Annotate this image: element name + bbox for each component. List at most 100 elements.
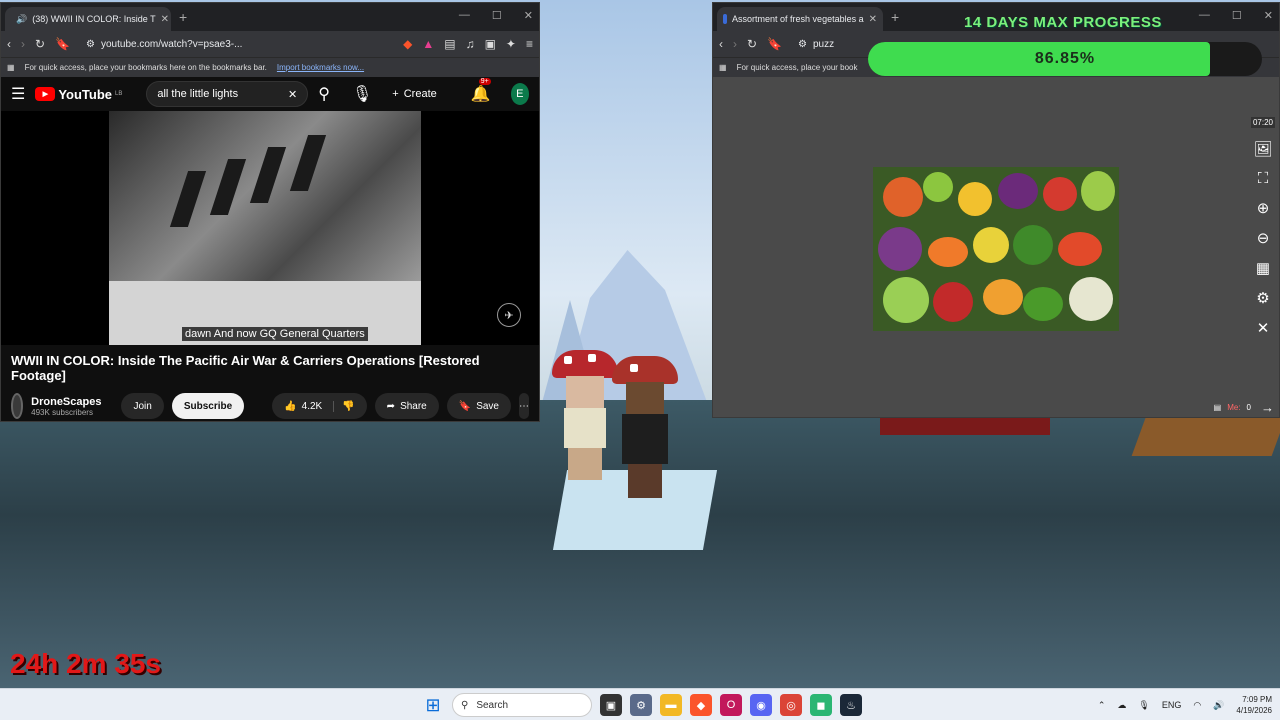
save-button[interactable]: 🔖 Save [446,393,511,419]
system-tray: ⌃ ☁ 🎙 ENG ◠ 🔊 7:09 PM 4/19/2026 [1098,689,1272,720]
mushroom-hat [552,350,618,378]
close-tab-icon[interactable]: ✕ [161,14,169,25]
media-icon[interactable]: ♫ [466,37,475,51]
discord-icon[interactable]: ◉ [750,694,772,716]
microphone-icon[interactable]: 🎙 [1138,700,1149,711]
zoom-in-icon[interactable]: ⊕ [1257,199,1270,217]
tab-title: (38) WWII IN COLOR: Inside T [32,14,156,24]
settings-icon[interactable]: ⚙ [630,694,652,716]
minimize-button[interactable]: — [459,9,470,22]
thumbs-down-icon[interactable]: 👎 [333,400,355,412]
join-button[interactable]: Join [121,393,164,419]
create-button[interactable]: + Create [382,81,446,107]
import-bookmarks-link[interactable]: Import bookmarks now... [277,63,364,72]
forward-icon[interactable]: › [733,37,737,51]
more-actions-icon[interactable]: ⋯ [519,393,529,419]
wallet-icon[interactable]: ▣ [485,37,496,51]
progress-overlay: 14 DAYS MAX PROGRESS 86.85% [868,14,1268,78]
notifications-bell-icon[interactable]: 🔔 9+ [471,78,491,104]
opera-icon[interactable]: O [720,694,742,716]
search-icon[interactable]: ⚲ [318,84,330,104]
progress-title: 14 DAYS MAX PROGRESS [964,14,1162,31]
windows-start-icon[interactable]: ⊞ [422,694,444,716]
tab-title: Assortment of fresh vegetables a [732,14,864,24]
close-icon[interactable]: ✕ [1257,319,1270,337]
share-button[interactable]: ➦ Share [374,393,439,419]
reload-icon[interactable]: ↻ [35,37,45,51]
progress-percent: 86.85% [1034,50,1096,67]
tab-puzzle[interactable]: Assortment of fresh vegetables a ✕ [717,7,883,31]
settings-gear-icon[interactable]: ⚙ [1256,289,1269,307]
video-title: WWII IN COLOR: Inside The Pacific Air Wa… [1,345,539,389]
like-count: 4.2K [301,400,323,412]
clock-time: 7:09 PM [1242,695,1272,704]
app-icon[interactable]: ◼ [810,694,832,716]
youtube-browser-window[interactable]: 🔊 (38) WWII IN COLOR: Inside T ✕ + — ☐ ✕… [0,2,540,422]
channel-name[interactable]: DroneScapes [31,396,101,408]
taskbar-search[interactable]: ⚲ Search [452,693,592,717]
clock-date: 4/19/2026 [1236,706,1272,715]
brave-shield-icon[interactable]: ◆ [403,37,412,51]
fullscreen-icon[interactable]: ⛶ [1258,170,1269,187]
tab-youtube[interactable]: 🔊 (38) WWII IN COLOR: Inside T ✕ [5,7,171,31]
site-info-icon[interactable]: ⚙ [798,39,807,50]
notification-count: 9+ [478,78,491,85]
youtube-logo-text: YouTube [58,86,113,102]
grid-icon[interactable]: ▦ [1256,259,1270,277]
account-avatar[interactable]: E [510,83,529,105]
hamburger-menu-icon[interactable]: ☰ [11,84,25,104]
new-tab-button[interactable]: + [179,9,187,25]
create-label: Create [403,88,437,100]
close-window-button[interactable]: ✕ [524,9,533,22]
back-icon[interactable]: ‹ [7,37,11,51]
vegetables-puzzle-image[interactable] [873,167,1119,331]
plus-icon: + [392,88,399,100]
cloud-sync-icon[interactable]: ☁ [1117,700,1126,711]
browser-toolbar: ‹ › ↻ 🔖 ⚙ youtube.com/watch?v=psae3-... … [1,31,539,57]
me-label: Me: [1227,403,1241,412]
player-character-1 [552,350,618,480]
video-frame [109,111,421,345]
puzzle-favicon-icon [723,14,728,24]
file-explorer-icon[interactable]: ▬ [660,694,682,716]
video-caption: dawn And now GQ General Quarters [182,327,368,341]
chrome-icon[interactable]: ◎ [780,694,802,716]
apps-grid-icon[interactable]: ▦ [719,63,727,72]
volume-icon[interactable]: 🔊 [1213,700,1224,711]
back-icon[interactable]: ‹ [719,37,723,51]
microphone-icon[interactable]: 🎙 [352,84,372,104]
chevron-up-icon[interactable]: ⌃ [1098,700,1106,711]
puzzle-board[interactable]: 07:20 🖼 ⛶ ⊕ ⊖ ▦ ⚙ ✕ ▤ Me: 0 → [713,77,1279,417]
language-indicator[interactable]: ENG [1162,700,1182,710]
channel-avatar[interactable] [11,393,24,419]
menu-icon[interactable]: ≡ [526,37,533,51]
clock[interactable]: 7:09 PM 4/19/2026 [1236,694,1272,716]
sidebar-icon[interactable]: ▤ [444,37,455,51]
task-view-icon[interactable]: ▣ [600,694,622,716]
steam-icon[interactable]: ♨ [840,694,862,716]
zoom-out-icon[interactable]: ⊖ [1257,229,1270,247]
maximize-button[interactable]: ☐ [492,9,502,22]
bookmark-icon[interactable]: 🔖 [55,37,70,51]
extensions-icon[interactable]: ✦ [506,37,516,51]
wifi-icon[interactable]: ◠ [1193,700,1201,711]
image-preview-icon[interactable]: 🖼 [1253,140,1272,158]
arrow-right-icon[interactable]: → [1261,400,1274,415]
puzzle-toolbar: 07:20 🖼 ⛶ ⊕ ⊖ ▦ ⚙ ✕ [1246,117,1279,337]
subscribe-button[interactable]: Subscribe [171,393,245,419]
url-text: youtube.com/watch?v=psae3-... [100,38,243,50]
site-info-icon[interactable]: ⚙ [86,39,95,50]
address-bar[interactable]: ⚙ youtube.com/watch?v=psae3-... [80,34,393,54]
channel-watermark-icon[interactable]: ✈ [497,303,521,327]
bookmark-icon[interactable]: 🔖 [767,37,782,51]
like-button[interactable]: 👍 4.2K 👎 [272,393,367,419]
youtube-search-input[interactable]: all the little lights ✕ [146,81,309,107]
brave-browser-icon[interactable]: ◆ [690,694,712,716]
brave-rewards-icon[interactable]: ▲ [422,37,434,51]
clear-search-icon[interactable]: ✕ [288,88,297,101]
video-player[interactable]: dawn And now GQ General Quarters ✈ [1,111,539,345]
reload-icon[interactable]: ↻ [747,37,757,51]
forward-icon[interactable]: › [21,37,25,51]
apps-grid-icon[interactable]: ▦ [7,63,15,72]
youtube-logo[interactable]: ▶ YouTube LB [35,87,122,102]
